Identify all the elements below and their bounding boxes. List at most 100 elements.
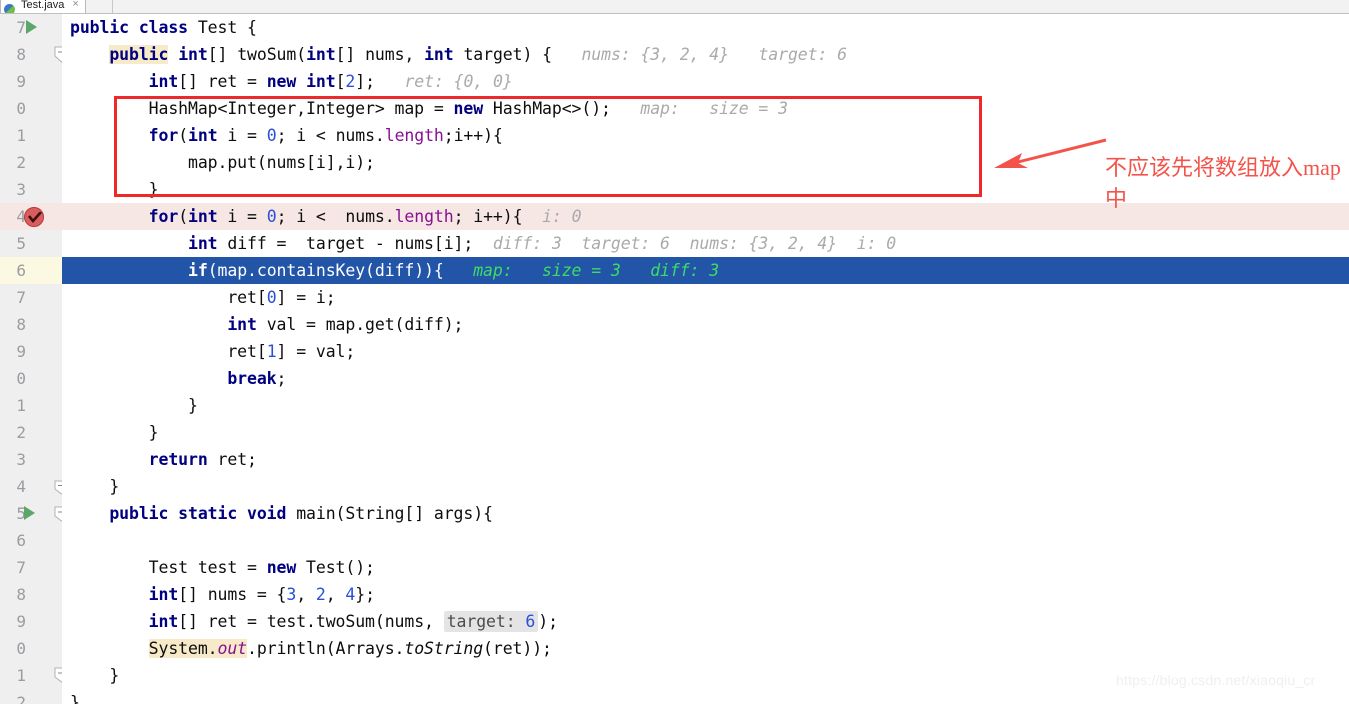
code-line[interactable]: 1 }	[0, 392, 1349, 419]
line-number: 8	[16, 315, 26, 334]
line-code: return ret;	[148, 450, 257, 469]
code-line[interactable]: 5 public static void main(String[] args)…	[0, 500, 1349, 527]
gutter[interactable]: 5	[0, 230, 62, 257]
code-line[interactable]: 6	[0, 527, 1349, 554]
gutter[interactable]: 0	[0, 95, 62, 122]
editor-tab-bar: Test.java ×	[0, 0, 1349, 14]
line-code: for(int i = 0; i < nums.length;i++){	[148, 126, 503, 145]
gutter[interactable]: 1	[0, 662, 69, 689]
line-code: public static void main(String[] args){	[109, 504, 493, 523]
line-number: 8	[16, 45, 26, 64]
line-code: }	[188, 396, 198, 415]
parameter-hint-badge: target: 6	[443, 611, 539, 632]
line-code: int[] nums = {3, 2, 4};	[148, 585, 375, 604]
line-number: 2	[16, 423, 26, 442]
line-number: 1	[16, 396, 26, 415]
code-line[interactable]: 5 int diff = target - nums[i]; diff: 3 t…	[0, 230, 1349, 257]
code-line[interactable]: 8 public int[] twoSum(int[] nums, int ta…	[0, 41, 1349, 68]
ide-editor-window: Test.java × 7 public class Test { 8 publ…	[0, 0, 1349, 704]
line-number: 0	[16, 639, 26, 658]
line-code: }	[148, 180, 159, 199]
line-code: int[] ret = test.twoSum(nums, target: 6)…	[148, 611, 558, 632]
line-code: break;	[227, 369, 287, 388]
code-line[interactable]: 3 return ret;	[0, 446, 1349, 473]
code-line[interactable]: 4 }	[0, 473, 1349, 500]
code-line[interactable]: 7 public class Test {	[0, 14, 1349, 41]
code-line[interactable]: 1 for(int i = 0; i < nums.length;i++){	[0, 122, 1349, 149]
line-code: ret[0] = i;	[227, 288, 336, 307]
line-background	[62, 527, 1349, 554]
gutter[interactable]: 2	[0, 689, 62, 704]
line-number: 2	[16, 153, 26, 172]
gutter[interactable]: 7	[0, 554, 62, 581]
gutter[interactable]: 8	[0, 311, 62, 338]
line-number: 7	[16, 18, 26, 37]
line-code: HashMap<Integer,Integer> map = new HashM…	[148, 99, 788, 118]
line-number: 8	[16, 585, 26, 604]
code-line[interactable]: 9 int[] ret = test.twoSum(nums, target: …	[0, 608, 1349, 635]
run-arrow-icon[interactable]	[24, 506, 35, 520]
line-code: }	[70, 693, 80, 704]
line-code: public int[] twoSum(int[] nums, int targ…	[109, 45, 847, 64]
line-background	[62, 473, 1349, 500]
code-line[interactable]: 0 HashMap<Integer,Integer> map = new Has…	[0, 95, 1349, 122]
code-line[interactable]: 9 ret[1] = val;	[0, 338, 1349, 365]
code-line[interactable]: 2 }	[0, 419, 1349, 446]
line-code: }	[148, 423, 159, 442]
gutter[interactable]: 0	[0, 365, 62, 392]
code-line-current-execution[interactable]: 6 if(map.containsKey(diff)){ map: size =…	[0, 257, 1349, 284]
line-number: 3	[16, 180, 26, 199]
editor-tab-label: Test.java	[21, 0, 65, 11]
gutter[interactable]: 6	[0, 527, 62, 554]
line-number: 9	[16, 612, 26, 631]
breakpoint-verified-icon[interactable]	[24, 207, 44, 227]
line-number: 4	[16, 477, 26, 496]
code-line[interactable]: 9 int[] ret = new int[2]; ret: {0, 0}	[0, 68, 1349, 95]
code-line[interactable]: 0 System.out.println(Arrays.toString(ret…	[0, 635, 1349, 662]
gutter[interactable]: 1	[0, 122, 62, 149]
close-icon[interactable]: ×	[72, 0, 78, 10]
gutter[interactable]: 0	[0, 635, 62, 662]
line-code: for(int i = 0; i < nums.length; i++){ i:…	[148, 207, 582, 226]
code-line[interactable]: 8 int val = map.get(diff);	[0, 311, 1349, 338]
code-line[interactable]: 7 ret[0] = i;	[0, 284, 1349, 311]
line-number: 3	[16, 450, 26, 469]
line-background	[62, 419, 1349, 446]
code-editor[interactable]: 7 public class Test { 8 public int[] two…	[0, 14, 1349, 704]
gutter[interactable]: 4	[0, 473, 69, 500]
code-line[interactable]: 7 Test test = new Test();	[0, 554, 1349, 581]
line-number: 7	[16, 288, 26, 307]
gutter[interactable]: 4	[0, 203, 62, 230]
gutter[interactable]: 1	[0, 392, 62, 419]
line-number: 4	[16, 207, 26, 226]
line-number: 1	[16, 126, 26, 145]
gutter[interactable]: 3	[0, 446, 62, 473]
gutter[interactable]: 9	[0, 338, 62, 365]
run-arrow-icon[interactable]	[26, 20, 37, 34]
gutter[interactable]: 9	[0, 608, 62, 635]
code-line[interactable]: 0 break;	[0, 365, 1349, 392]
gutter[interactable]: 6	[0, 257, 62, 284]
editor-tab-test-java[interactable]: Test.java ×	[0, 0, 86, 13]
line-code: ret[1] = val;	[227, 342, 356, 361]
gutter[interactable]: 3	[0, 176, 62, 203]
line-code: }	[109, 477, 120, 496]
line-code: int[] ret = new int[2]; ret: {0, 0}	[148, 72, 513, 91]
line-code: int diff = target - nums[i]; diff: 3 tar…	[188, 234, 897, 253]
gutter[interactable]: 5	[0, 500, 69, 527]
java-class-icon	[4, 4, 15, 13]
code-line[interactable]: 2 }	[0, 689, 1349, 704]
gutter[interactable]: 8	[0, 41, 69, 68]
line-number: 0	[16, 369, 26, 388]
gutter[interactable]: 2	[0, 149, 62, 176]
gutter[interactable]: 8	[0, 581, 62, 608]
gutter[interactable]: 7	[0, 284, 62, 311]
gutter[interactable]: 9	[0, 68, 62, 95]
line-number: 5	[16, 504, 26, 523]
line-number: 7	[16, 558, 26, 577]
gutter[interactable]: 7	[0, 14, 62, 41]
code-line[interactable]: 8 int[] nums = {3, 2, 4};	[0, 581, 1349, 608]
line-code: }	[109, 666, 120, 685]
watermark-text: https://blog.csdn.net/xiaoqiu_cr	[1116, 672, 1316, 688]
gutter[interactable]: 2	[0, 419, 62, 446]
